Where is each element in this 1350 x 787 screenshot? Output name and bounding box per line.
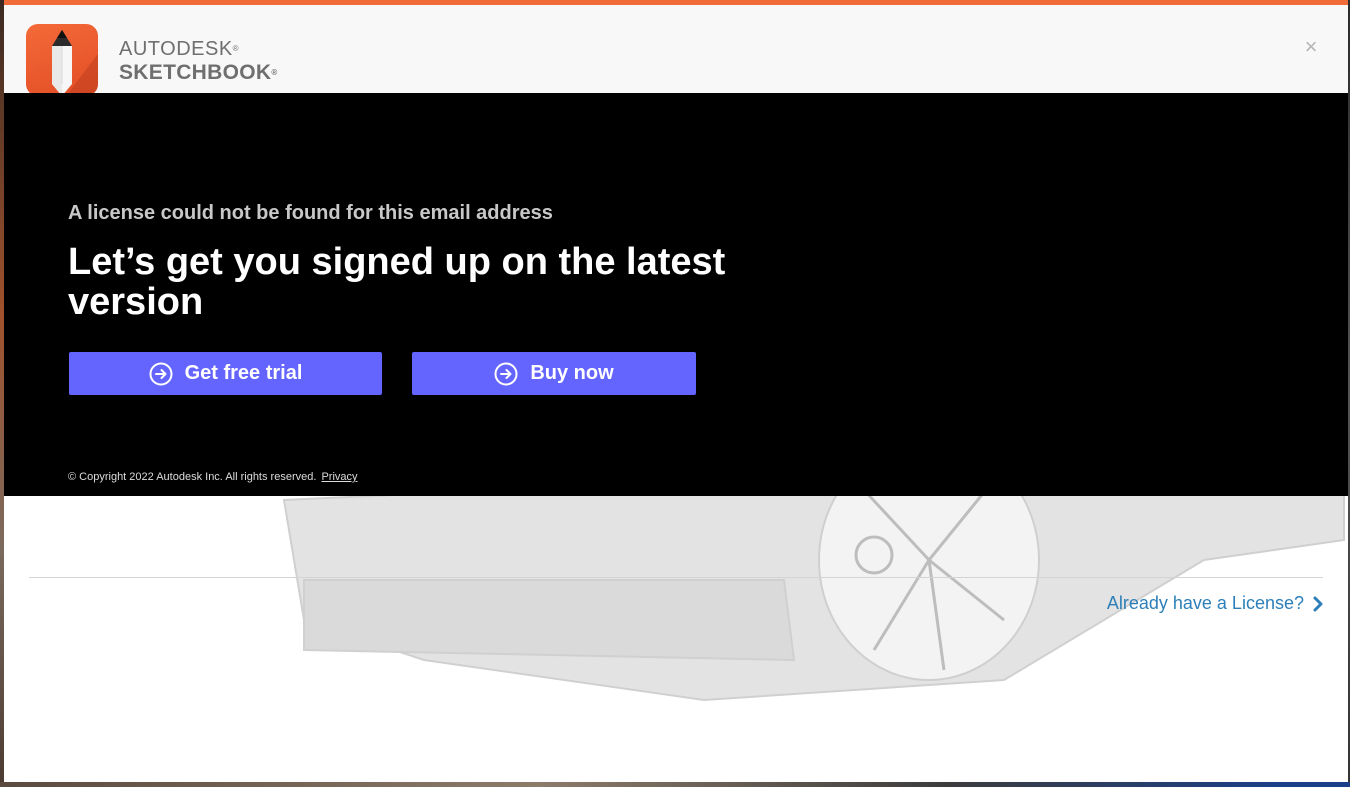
get-free-trial-button[interactable]: Get free trial xyxy=(69,352,382,395)
privacy-link[interactable]: Privacy xyxy=(321,471,357,483)
page-title: Let’s get you signed up on the latest ve… xyxy=(68,241,726,323)
dialog-header: AUTODESK® SKETCHBOOK® xyxy=(4,5,1348,96)
buy-now-button[interactable]: Buy now xyxy=(412,352,696,395)
chevron-right-icon xyxy=(1313,596,1323,611)
buy-now-label: Buy now xyxy=(530,362,614,384)
arrow-circle-right-icon xyxy=(494,362,518,385)
sketchbook-logo-icon xyxy=(26,24,98,96)
close-button[interactable]: × xyxy=(1302,36,1320,58)
get-free-trial-label: Get free trial xyxy=(184,362,303,384)
sign-in-dialog: AUTODESK® SKETCHBOOK® × A license could … xyxy=(4,0,1348,782)
already-have-license-link[interactable]: Already have a License? xyxy=(1107,593,1324,614)
divider xyxy=(29,577,1323,578)
copyright-text: © Copyright 2022 Autodesk Inc. All right… xyxy=(68,471,317,483)
license-not-found-message: A license could not be found for this em… xyxy=(68,202,553,224)
license-panel: A license could not be found for this em… xyxy=(4,93,1348,496)
arrow-circle-right-icon xyxy=(149,362,173,385)
desktop-background-bottom xyxy=(0,782,1350,787)
copyright-notice: © Copyright 2022 Autodesk Inc. All right… xyxy=(68,471,358,483)
close-icon: × xyxy=(1304,34,1318,59)
brand-wordmark: AUTODESK® SKETCHBOOK® xyxy=(119,38,278,84)
already-have-license-label: Already have a License? xyxy=(1106,593,1304,613)
